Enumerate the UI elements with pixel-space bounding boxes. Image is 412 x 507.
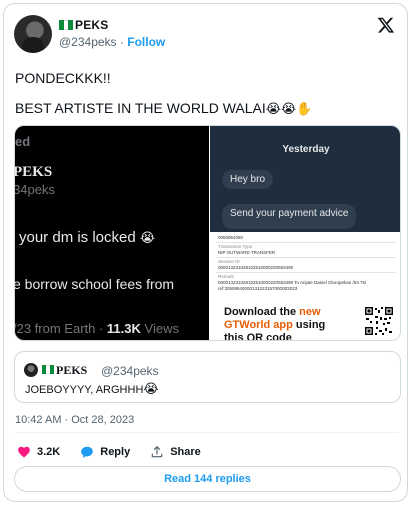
- divider: [15, 432, 398, 433]
- quoted-author-handle: @234peks: [101, 364, 159, 378]
- like-button[interactable]: 3.2K: [17, 445, 60, 459]
- author-display-name[interactable]: PEKS: [75, 18, 108, 32]
- download-line-3: this QR code: [224, 332, 292, 341]
- read-replies-button[interactable]: Read 144 replies: [14, 466, 401, 492]
- chat-bubble-1: Hey bro: [222, 170, 274, 189]
- quoted-text: JOEBOYYYY, ARGHHH: [25, 384, 144, 396]
- nigeria-flag-icon: [42, 365, 54, 374]
- reply-icon: [81, 446, 94, 458]
- reply-button[interactable]: Reply: [80, 445, 130, 459]
- tweet-text-line-2: BEST ARTISTE IN THE WORLD WALAI😭😭✋: [15, 100, 312, 117]
- crying-emoji-icon: 😭😭✋: [265, 102, 313, 117]
- media-screenshot-right[interactable]: Yesterday Hey bro Send your payment advi…: [210, 126, 400, 341]
- meta-prefix: /23 from Earth ·: [14, 321, 107, 336]
- download-app-name: GTWorld app: [224, 319, 293, 331]
- crying-emoji-icon: 😭: [143, 382, 159, 397]
- tweet-media[interactable]: ed PEKS 34peks your dm is locked 😭 e bor…: [14, 125, 401, 341]
- share-label: Share: [170, 446, 201, 458]
- tweet-actions: 3.2K Reply Share: [17, 445, 221, 459]
- share-icon: [151, 445, 163, 458]
- crying-emoji-icon: 😭: [139, 231, 156, 246]
- heart-icon: [18, 446, 30, 458]
- quoted-tweet[interactable]: PEKS @234peks JOEBOYYYY, ARGHHH😭: [14, 351, 401, 403]
- media-left-dm-text: your dm is locked 😭: [19, 229, 155, 246]
- receipt-line: 0050954060: [218, 235, 244, 240]
- download-promo-text: Download the new GTWorld app using this …: [224, 306, 326, 341]
- receipt-line: Transaction Type: [218, 244, 253, 249]
- tweet-text-line-1: PONDECKKK!!: [15, 70, 111, 86]
- author-avatar[interactable]: [14, 15, 52, 53]
- chat-day-label: Yesterday: [282, 144, 330, 155]
- reply-label: Reply: [100, 446, 131, 458]
- media-left-fragment: ed: [15, 134, 31, 149]
- quoted-author-avatar: [24, 363, 38, 377]
- receipt-line: NIP OUTWARD TRANSFER: [218, 250, 276, 255]
- receipt-line: 000013231028102510000220553490: [218, 265, 294, 270]
- views-count: 11.3K: [106, 321, 141, 336]
- download-line-1: Download the: [224, 306, 297, 318]
- tweet-text-line-2-text: BEST ARTISTE IN THE WORLD WALAI: [15, 100, 266, 116]
- share-button[interactable]: Share: [150, 445, 201, 459]
- nigeria-flag-icon: [59, 20, 74, 30]
- author-handle-line: @234peks · Follow: [59, 35, 165, 49]
- tweet-card[interactable]: PEKS @234peks · Follow PONDECKKK!! BEST …: [3, 3, 408, 502]
- quoted-tweet-text: JOEBOYYYY, ARGHHH😭: [25, 382, 159, 397]
- chat-bubble-2: Send your payment advice: [222, 204, 357, 229]
- receipt-line: 000013231028102510000220553490 To Arijat…: [218, 280, 367, 291]
- quoted-author-name: PEKS: [56, 363, 88, 377]
- qr-code-icon: [364, 306, 394, 336]
- media-left-fees-text: e borrow school fees from: [14, 276, 175, 292]
- handle-separator: ·: [119, 35, 124, 49]
- receipt-line: Session ID: [218, 259, 240, 264]
- media-left-name: PEKS: [14, 164, 53, 180]
- author-handle[interactable]: @234peks: [59, 35, 117, 49]
- download-highlight: new: [299, 306, 321, 318]
- dm-text: your dm is locked: [19, 229, 136, 246]
- x-logo-icon[interactable]: [377, 16, 395, 34]
- media-left-meta: /23 from Earth · 11.3K Views: [14, 321, 179, 336]
- receipt-line: Remark: [218, 274, 234, 279]
- download-line-2: using: [295, 319, 326, 331]
- like-count: 3.2K: [37, 446, 61, 458]
- views-label: Views: [140, 321, 179, 336]
- media-left-handle: 34peks: [14, 182, 55, 197]
- follow-button[interactable]: Follow: [127, 35, 165, 49]
- chat-screenshot: Yesterday Hey bro Send your payment advi…: [210, 126, 400, 232]
- tweet-timestamp[interactable]: 10:42 AM · Oct 28, 2023: [15, 414, 134, 426]
- media-screenshot-left[interactable]: ed PEKS 34peks your dm is locked 😭 e bor…: [14, 126, 209, 340]
